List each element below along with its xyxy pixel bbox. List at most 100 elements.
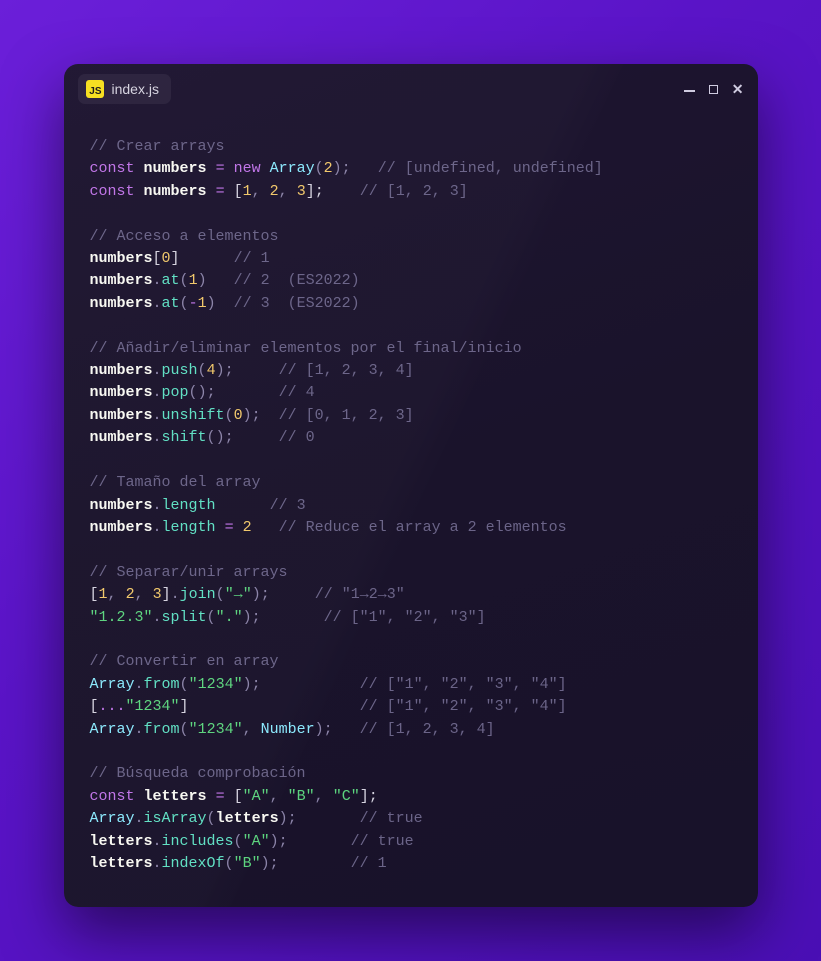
punct: ( — [180, 721, 189, 738]
punct: ( — [180, 272, 189, 289]
identifier: letters — [90, 855, 153, 872]
punct: . — [171, 586, 180, 603]
punct: ); — [198, 384, 216, 401]
comment: // [undefined, undefined] — [378, 160, 603, 177]
method: unshift — [162, 407, 225, 424]
punct: . — [153, 497, 162, 514]
maximize-icon[interactable] — [709, 85, 718, 94]
comment: // [1, 2, 3] — [360, 183, 468, 200]
punct: ( — [225, 855, 234, 872]
file-tab[interactable]: JS index.js — [78, 74, 171, 104]
identifier: letters — [144, 788, 207, 805]
punct: ); — [252, 586, 270, 603]
punct: ( — [315, 160, 324, 177]
punct: . — [153, 833, 162, 850]
string: "B" — [288, 788, 315, 805]
identifier: numbers — [90, 384, 153, 401]
method: at — [162, 272, 180, 289]
punct: . — [153, 384, 162, 401]
method: split — [162, 609, 207, 626]
number: 1 — [189, 272, 198, 289]
bracket: [ — [90, 586, 99, 603]
comment: // 3 — [270, 497, 306, 514]
string: "1234" — [189, 676, 243, 693]
method: indexOf — [162, 855, 225, 872]
method: isArray — [144, 810, 207, 827]
number: 0 — [162, 250, 171, 267]
comment: // Acceso a elementos — [90, 228, 279, 245]
identifier: numbers — [90, 362, 153, 379]
comment: // 4 — [279, 384, 315, 401]
string: "A" — [243, 833, 270, 850]
punct: ( — [234, 833, 243, 850]
comment: // 0 — [279, 429, 315, 446]
comment: // Crear arrays — [90, 138, 225, 155]
punct: ); — [243, 676, 261, 693]
punct: ( — [225, 407, 234, 424]
class: Array — [90, 676, 135, 693]
identifier: letters — [90, 833, 153, 850]
punct: . — [153, 609, 162, 626]
class: Array — [90, 810, 135, 827]
punct: . — [153, 295, 162, 312]
operator: - — [189, 295, 198, 312]
close-icon[interactable]: ✕ — [732, 82, 744, 96]
operator: = — [216, 160, 225, 177]
punct: , — [270, 788, 279, 805]
number: 1 — [243, 183, 252, 200]
punct: . — [153, 855, 162, 872]
keyword: const — [90, 183, 135, 200]
bracket: ] — [180, 698, 189, 715]
tab-title: index.js — [112, 81, 159, 97]
comment: // true — [360, 810, 423, 827]
string: "A" — [243, 788, 270, 805]
string: "C" — [333, 788, 360, 805]
punct: ) — [198, 272, 207, 289]
punct: , — [252, 183, 261, 200]
string: "." — [216, 609, 243, 626]
minimize-icon[interactable] — [684, 90, 695, 92]
punct: ( — [180, 295, 189, 312]
comment: // 2 (ES2022) — [234, 272, 360, 289]
bracket: ]; — [360, 788, 378, 805]
comment: // [1, 2, 3, 4] — [279, 362, 414, 379]
punct: ); — [243, 407, 261, 424]
identifier: letters — [216, 810, 279, 827]
property: length — [162, 519, 216, 536]
method: from — [144, 721, 180, 738]
punct: ( — [180, 676, 189, 693]
class: Number — [261, 721, 315, 738]
punct: ( — [198, 362, 207, 379]
identifier: numbers — [90, 429, 153, 446]
titlebar: JS index.js ✕ — [64, 64, 758, 114]
punct: , — [315, 788, 324, 805]
punct: ); — [279, 810, 297, 827]
operator: = — [225, 519, 234, 536]
identifier: numbers — [90, 497, 153, 514]
keyword: const — [90, 160, 135, 177]
punct: ) — [207, 295, 216, 312]
comment: // 3 (ES2022) — [234, 295, 360, 312]
bracket: ]; — [306, 183, 324, 200]
number: 2 — [270, 183, 279, 200]
method: pop — [162, 384, 189, 401]
window-controls: ✕ — [684, 82, 744, 96]
comment: // Añadir/eliminar elementos por el fina… — [90, 340, 522, 357]
punct: ); — [216, 429, 234, 446]
comment: // [0, 1, 2, 3] — [279, 407, 414, 424]
string: "B" — [234, 855, 261, 872]
punct: ( — [216, 586, 225, 603]
punct: ); — [270, 833, 288, 850]
method: shift — [162, 429, 207, 446]
property: length — [162, 497, 216, 514]
punct: , — [108, 586, 117, 603]
comment: // 1 — [351, 855, 387, 872]
bracket: ] — [162, 586, 171, 603]
number: 2 — [324, 160, 333, 177]
keyword: new — [234, 160, 261, 177]
comment: // 1 — [234, 250, 270, 267]
punct: , — [279, 183, 288, 200]
comment: // Tamaño del array — [90, 474, 261, 491]
punct: . — [153, 407, 162, 424]
operator: = — [216, 788, 225, 805]
